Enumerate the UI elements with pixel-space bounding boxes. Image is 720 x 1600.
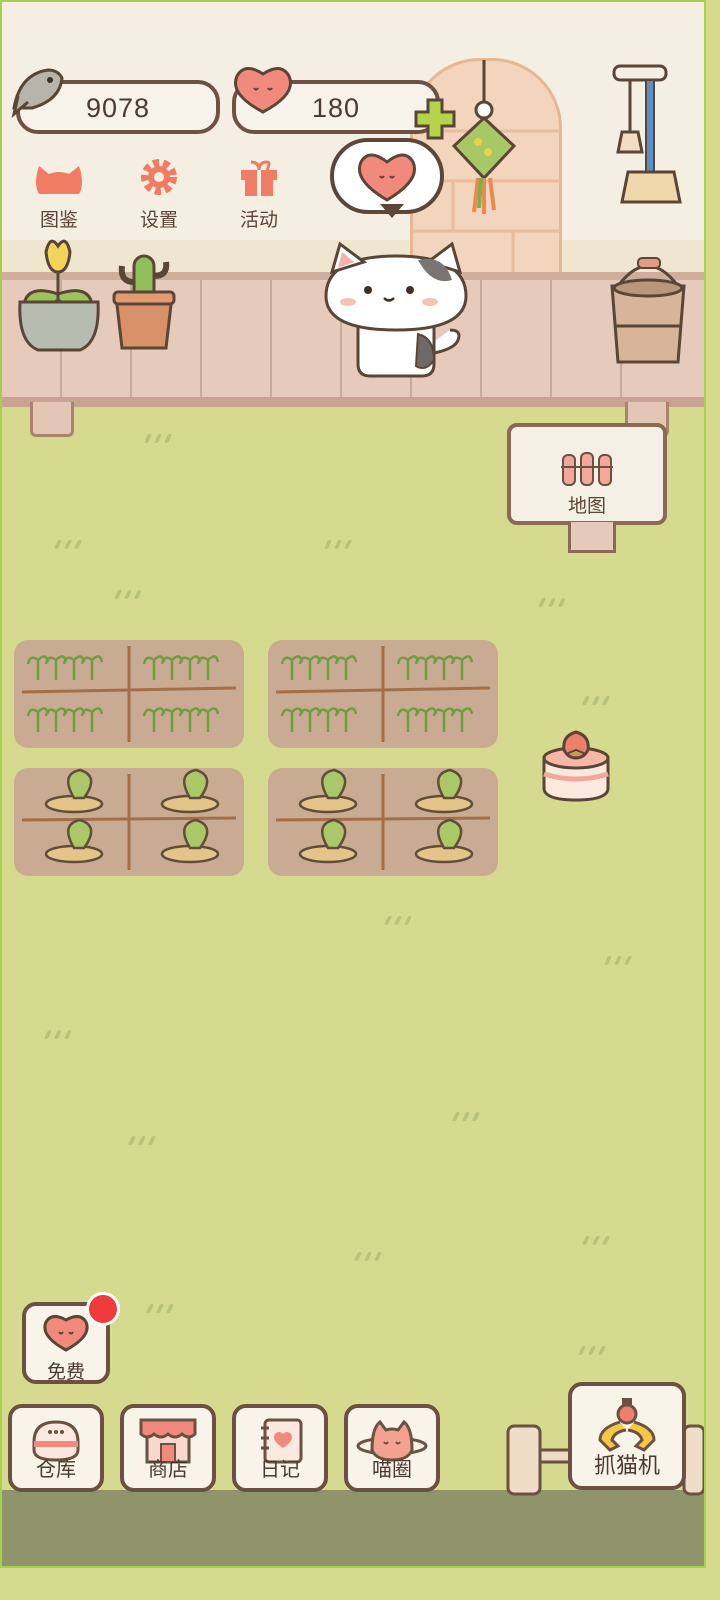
notification-badge — [86, 1292, 120, 1326]
heart-icon — [358, 153, 416, 202]
fence-gate-icon — [561, 452, 613, 486]
farm-plot-seedlings[interactable] — [14, 640, 244, 748]
grass-tuft — [353, 1248, 386, 1261]
claw-machine-label: 抓猫机 — [593, 1453, 660, 1478]
farm-plot-turnips[interactable] — [268, 768, 498, 876]
menu-collection[interactable]: 图鉴 — [24, 158, 94, 232]
grass-tuft — [113, 586, 146, 599]
strawberry-cake-icon[interactable] — [538, 728, 614, 804]
turnip-icon — [275, 768, 491, 870]
seedling-icon — [21, 646, 237, 742]
map-sign-label: 地图 — [567, 496, 606, 517]
grass-tuft — [383, 912, 416, 925]
nav-shop[interactable]: 商店 — [120, 1404, 216, 1492]
menu-events[interactable]: 活动 — [224, 156, 294, 232]
gear-icon — [141, 159, 177, 195]
seedling-icon — [275, 646, 491, 742]
bucket-icon — [610, 257, 686, 364]
heart-count: 180 — [312, 93, 361, 123]
map-sign-button[interactable]: 地图 — [507, 423, 667, 525]
farm-plot-turnips[interactable] — [14, 768, 244, 876]
farm-plot-seedlings[interactable] — [268, 640, 498, 748]
nav-storage[interactable]: 仓库 — [8, 1404, 104, 1492]
fish-icon — [11, 68, 64, 119]
grass-tuft — [145, 1300, 178, 1313]
grass-tuft — [143, 430, 176, 443]
nav-storage-label: 仓库 — [36, 1459, 76, 1481]
cat-speech-bubble[interactable] — [330, 138, 444, 218]
cat-head-icon — [36, 166, 82, 194]
cactus-pot-icon — [112, 254, 176, 350]
grass-tuft — [127, 1132, 160, 1145]
cat-character[interactable] — [318, 238, 476, 384]
grass-tuft — [577, 1342, 610, 1355]
claw-machine-button[interactable]: 抓猫机 — [568, 1382, 686, 1490]
grass-tuft — [603, 952, 636, 965]
nav-cat-circle[interactable]: 喵圈 — [344, 1404, 440, 1492]
nav-cat-circle-label: 喵圈 — [372, 1459, 412, 1481]
grass-tuft — [537, 594, 570, 607]
heart-icon — [234, 67, 292, 114]
gift-icon — [241, 160, 277, 196]
free-hearts-button[interactable]: 免费 — [22, 1292, 120, 1384]
grass-tuft — [323, 536, 356, 549]
turnip-icon — [21, 768, 237, 870]
grass-tuft — [581, 1232, 614, 1245]
menu-events-label: 活动 — [239, 210, 278, 231]
tulip-pot-icon — [18, 239, 100, 352]
menu-settings-label: 设置 — [139, 210, 178, 231]
grass-tuft — [581, 692, 614, 705]
nav-diary-label: 日记 — [260, 1459, 300, 1481]
menu-settings[interactable]: 设置 — [124, 156, 194, 232]
nav-shop-label: 商店 — [148, 1459, 188, 1481]
grass-tuft — [451, 1108, 484, 1121]
fish-count: 9078 — [86, 93, 151, 123]
free-label: 免费 — [46, 1362, 85, 1383]
grass-tuft — [53, 536, 86, 549]
broom-icon — [612, 64, 682, 204]
menu-collection-label: 图鉴 — [39, 210, 78, 231]
sign-post — [568, 522, 616, 553]
deck-post — [30, 402, 74, 437]
nav-diary[interactable]: 日记 — [232, 1404, 328, 1492]
grass-tuft — [43, 1026, 76, 1039]
heart-icon — [43, 1315, 89, 1352]
add-hearts-button[interactable] — [412, 96, 458, 142]
hanging-charm-icon — [451, 60, 517, 214]
ground-strip — [0, 1490, 706, 1568]
